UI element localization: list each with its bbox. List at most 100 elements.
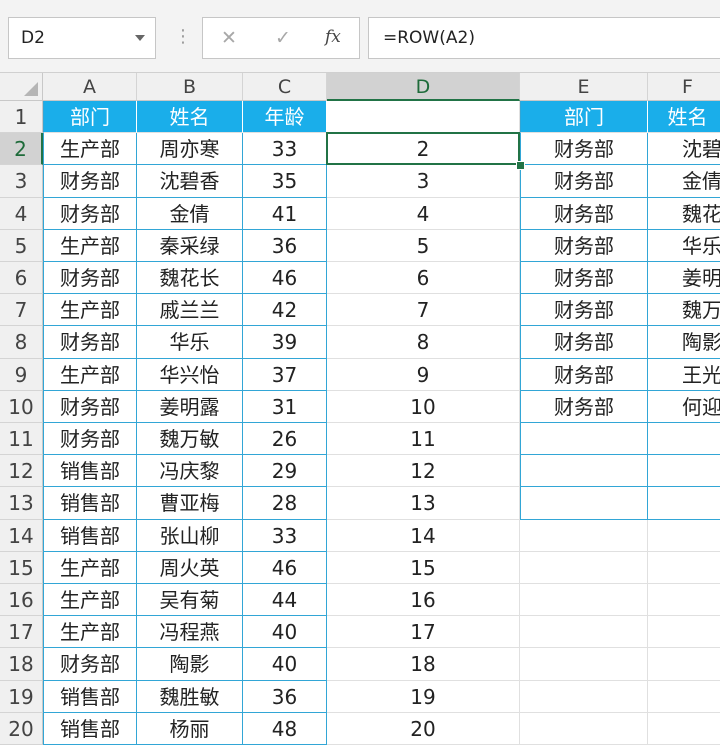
- table-cell[interactable]: 销售部: [43, 519, 137, 552]
- table-cell[interactable]: 生产部: [43, 551, 137, 584]
- table-cell[interactable]: 生产部: [43, 358, 137, 391]
- table-cell[interactable]: 财务部: [43, 390, 137, 423]
- table-cell[interactable]: 财务部: [520, 133, 648, 166]
- table-cell[interactable]: 26: [243, 423, 327, 456]
- table-cell[interactable]: 31: [243, 390, 327, 423]
- table-header-cell[interactable]: 姓名: [648, 101, 720, 134]
- row-header[interactable]: 1: [0, 101, 43, 134]
- row-header[interactable]: 20: [0, 712, 43, 745]
- row-number-cell[interactable]: 20: [327, 712, 520, 745]
- table-cell[interactable]: 生产部: [43, 584, 137, 617]
- table-header-cell[interactable]: 姓名: [137, 101, 243, 134]
- table-cell[interactable]: 魏胜敏: [137, 680, 243, 713]
- row-number-cell[interactable]: 7: [327, 294, 520, 327]
- column-header-b[interactable]: B: [137, 73, 243, 101]
- table-cell[interactable]: 33: [243, 133, 327, 166]
- table-cell[interactable]: 金倩: [137, 197, 243, 230]
- table-cell[interactable]: 魏万敏: [648, 294, 720, 327]
- column-header-d[interactable]: D: [327, 73, 520, 101]
- table-cell[interactable]: 29: [243, 455, 327, 488]
- table-cell[interactable]: [520, 616, 648, 649]
- table-cell[interactable]: 41: [243, 197, 327, 230]
- table-cell[interactable]: [520, 584, 648, 617]
- column-header-f[interactable]: F: [648, 73, 720, 101]
- table-cell[interactable]: 40: [243, 616, 327, 649]
- table-cell[interactable]: 财务部: [43, 648, 137, 681]
- table-cell[interactable]: 陶影: [648, 326, 720, 359]
- table-cell[interactable]: 46: [243, 262, 327, 295]
- table-header-cell[interactable]: 年龄: [243, 101, 327, 134]
- row-header[interactable]: 9: [0, 358, 43, 391]
- row-number-cell[interactable]: 16: [327, 584, 520, 617]
- table-cell[interactable]: 生产部: [43, 616, 137, 649]
- column-header-c[interactable]: C: [243, 73, 327, 101]
- table-cell[interactable]: 42: [243, 294, 327, 327]
- table-cell[interactable]: 魏花长: [648, 198, 720, 230]
- table-cell[interactable]: 44: [243, 584, 327, 617]
- row-header[interactable]: 8: [0, 326, 43, 359]
- formula-input[interactable]: =ROW(A2): [368, 17, 720, 59]
- row-header[interactable]: 6: [0, 262, 43, 295]
- table-cell[interactable]: 华乐: [137, 326, 243, 359]
- table-cell[interactable]: 戚兰兰: [137, 294, 243, 327]
- select-all-button[interactable]: [0, 73, 43, 101]
- table-cell[interactable]: [648, 487, 720, 520]
- row-header[interactable]: 5: [0, 229, 43, 262]
- table-cell[interactable]: [520, 648, 648, 681]
- table-cell[interactable]: 40: [243, 648, 327, 681]
- table-cell[interactable]: 杨丽: [137, 712, 243, 745]
- row-header[interactable]: 2: [0, 133, 43, 166]
- table-cell[interactable]: 沈碧香: [137, 165, 243, 198]
- table-cell[interactable]: 生产部: [43, 133, 137, 166]
- table-cell[interactable]: [520, 455, 648, 488]
- row-header[interactable]: 15: [0, 551, 43, 584]
- table-cell[interactable]: 财务部: [43, 423, 137, 456]
- table-cell[interactable]: 财务部: [43, 262, 137, 295]
- table-cell[interactable]: 吴有菊: [137, 584, 243, 617]
- table-cell[interactable]: 姜明露: [648, 262, 720, 295]
- table-cell[interactable]: 36: [243, 229, 327, 262]
- table-cell[interactable]: 张山柳: [137, 519, 243, 552]
- row-header[interactable]: 4: [0, 197, 43, 230]
- table-cell[interactable]: 财务部: [43, 197, 137, 230]
- table-cell[interactable]: [520, 680, 648, 713]
- table-cell[interactable]: 周火英: [137, 551, 243, 584]
- row-header[interactable]: 17: [0, 616, 43, 649]
- row-number-cell[interactable]: 4: [327, 197, 520, 230]
- row-header[interactable]: 14: [0, 519, 43, 552]
- table-cell[interactable]: [648, 423, 720, 456]
- table-cell[interactable]: 秦采绿: [137, 229, 243, 262]
- cancel-icon[interactable]: ✕: [221, 27, 237, 49]
- table-cell[interactable]: 46: [243, 551, 327, 584]
- row-header[interactable]: 10: [0, 390, 43, 423]
- table-cell[interactable]: 冯庆黎: [137, 455, 243, 488]
- table-cell[interactable]: [648, 455, 720, 488]
- table-cell[interactable]: 48: [243, 712, 327, 745]
- table-cell[interactable]: [520, 519, 648, 552]
- table-cell[interactable]: 财务部: [520, 262, 648, 295]
- table-cell[interactable]: 财务部: [520, 165, 648, 198]
- row-number-cell[interactable]: 19: [327, 680, 520, 713]
- row-header[interactable]: 16: [0, 584, 43, 617]
- table-cell[interactable]: 财务部: [43, 165, 137, 198]
- table-cell[interactable]: 曹亚梅: [137, 487, 243, 520]
- row-header[interactable]: 11: [0, 423, 43, 456]
- table-cell[interactable]: [520, 551, 648, 584]
- table-cell[interactable]: 销售部: [43, 455, 137, 488]
- table-cell[interactable]: 冯程燕: [137, 616, 243, 649]
- table-cell[interactable]: 陶影: [137, 648, 243, 681]
- row-number-cell[interactable]: 2: [327, 133, 520, 166]
- table-cell[interactable]: [648, 681, 720, 713]
- column-header-e[interactable]: E: [520, 73, 648, 101]
- row-number-cell[interactable]: 10: [327, 390, 520, 423]
- row-header[interactable]: 7: [0, 294, 43, 327]
- table-cell[interactable]: 销售部: [43, 487, 137, 520]
- column-header-a[interactable]: A: [43, 73, 137, 101]
- row-number-cell[interactable]: 15: [327, 551, 520, 584]
- row-header[interactable]: 12: [0, 455, 43, 488]
- table-cell[interactable]: 沈碧香: [648, 133, 720, 166]
- row-header[interactable]: 3: [0, 165, 43, 198]
- table-cell[interactable]: 华兴怡: [137, 358, 243, 391]
- table-cell[interactable]: 财务部: [520, 229, 648, 262]
- table-cell[interactable]: 36: [243, 680, 327, 713]
